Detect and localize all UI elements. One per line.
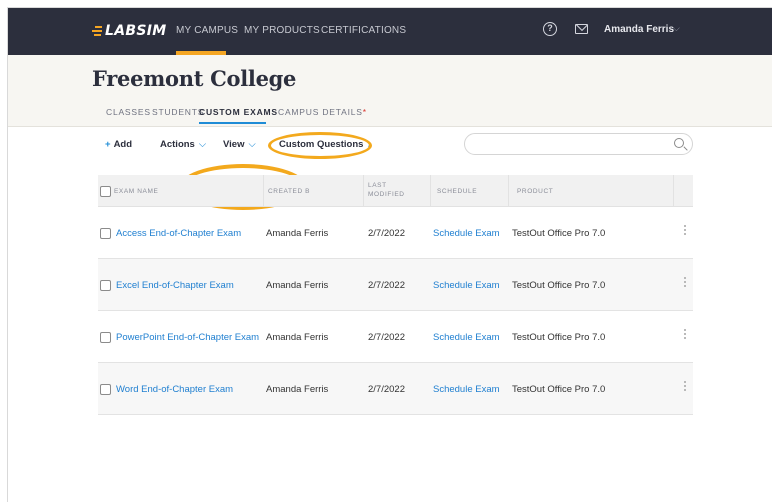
nav-link-my-products[interactable]: MY PRODUCTS <box>244 25 320 36</box>
mail-icon[interactable] <box>575 24 588 34</box>
logo-text: LABSIM <box>105 23 167 39</box>
col-last-modified-line2[interactable]: MODIFIED <box>368 191 405 198</box>
column-divider <box>673 175 674 207</box>
chevron-down-icon: ⌵ <box>248 139 256 150</box>
exam-name-link[interactable]: Access End-of-Chapter Exam <box>116 228 241 239</box>
nav-link-certifications[interactable]: CERTIFICATIONS <box>321 25 406 36</box>
table-row: Excel End-of-Chapter Exam Amanda Ferris … <box>98 259 693 311</box>
table-row: Word End-of-Chapter Exam Amanda Ferris 2… <box>98 363 693 415</box>
column-divider <box>430 175 431 207</box>
nav-link-my-campus[interactable]: MY CAMPUS <box>176 25 238 36</box>
plus-icon: + <box>105 139 111 150</box>
add-button-label: Add <box>113 139 133 150</box>
tab-students[interactable]: STUDENTS <box>152 107 204 117</box>
col-product[interactable]: PRODUCT <box>517 188 553 195</box>
row-more-icon[interactable] <box>684 329 686 343</box>
page-header: Freemont College CLASSES STUDENTS CUSTOM… <box>8 55 772 127</box>
active-tab-indicator <box>199 122 266 124</box>
column-divider <box>263 175 264 207</box>
view-dropdown-label: View <box>223 139 245 150</box>
exam-name-link[interactable]: Word End-of-Chapter Exam <box>116 384 233 395</box>
modified-cell: 2/7/2022 <box>368 280 405 291</box>
add-button[interactable]: + Add <box>105 139 132 150</box>
table-row: PowerPoint End-of-Chapter Exam Amanda Fe… <box>98 311 693 363</box>
view-dropdown[interactable]: View ⌵ <box>223 139 256 150</box>
user-menu-name[interactable]: Amanda Ferris <box>604 24 674 35</box>
schedule-exam-link[interactable]: Schedule Exam <box>433 384 500 395</box>
tab-campus-details-label: CAMPUS DETAILS <box>278 107 363 117</box>
actions-dropdown-label: Actions <box>160 139 195 150</box>
table-row: Access End-of-Chapter Exam Amanda Ferris… <box>98 207 693 259</box>
product-cell: TestOut Office Pro 7.0 <box>512 280 606 291</box>
modified-cell: 2/7/2022 <box>368 228 405 239</box>
tab-custom-exams[interactable]: CUSTOM EXAMS <box>199 107 278 117</box>
row-checkbox[interactable] <box>100 332 111 343</box>
row-more-icon[interactable] <box>684 381 686 395</box>
select-all-checkbox[interactable] <box>100 186 111 197</box>
logo-speed-lines-icon <box>92 26 102 36</box>
actions-dropdown[interactable]: Actions ⌵ <box>160 139 206 150</box>
created-by-cell: Amanda Ferris <box>266 384 329 395</box>
column-divider <box>363 175 364 207</box>
product-cell: TestOut Office Pro 7.0 <box>512 332 606 343</box>
schedule-exam-link[interactable]: Schedule Exam <box>433 332 500 343</box>
browser-frame: LABSIM MY CAMPUS MY PRODUCTS CERTIFICATI… <box>7 7 772 502</box>
modified-cell: 2/7/2022 <box>368 332 405 343</box>
product-cell: TestOut Office Pro 7.0 <box>512 384 606 395</box>
tab-campus-details[interactable]: CAMPUS DETAILS* <box>278 107 367 117</box>
page-title: Freemont College <box>92 66 297 91</box>
created-by-cell: Amanda Ferris <box>266 280 329 291</box>
custom-questions-label: Custom Questions <box>279 139 364 150</box>
col-last-modified-line1[interactable]: LAST <box>368 182 387 189</box>
exam-name-link[interactable]: PowerPoint End-of-Chapter Exam <box>116 332 259 343</box>
col-schedule[interactable]: SCHEDULE <box>437 188 477 195</box>
row-more-icon[interactable] <box>684 225 686 239</box>
top-nav: LABSIM MY CAMPUS MY PRODUCTS CERTIFICATI… <box>8 8 772 55</box>
tab-classes[interactable]: CLASSES <box>106 107 151 117</box>
chevron-down-icon: ⌵ <box>198 139 207 150</box>
search-icon[interactable] <box>674 138 684 148</box>
schedule-exam-link[interactable]: Schedule Exam <box>433 228 500 239</box>
labsim-logo[interactable]: LABSIM <box>92 22 166 40</box>
chevron-right-icon: › <box>367 139 371 150</box>
exam-name-link[interactable]: Excel End-of-Chapter Exam <box>116 280 234 291</box>
row-checkbox[interactable] <box>100 280 111 291</box>
help-icon[interactable]: ? <box>543 22 557 36</box>
created-by-cell: Amanda Ferris <box>266 228 329 239</box>
custom-questions-link[interactable]: Custom Questions › <box>279 139 371 150</box>
schedule-exam-link[interactable]: Schedule Exam <box>433 280 500 291</box>
product-cell: TestOut Office Pro 7.0 <box>512 228 606 239</box>
table-header: EXAM NAME CREATED B LAST MODIFIED SCHEDU… <box>98 175 693 207</box>
row-checkbox[interactable] <box>100 384 111 395</box>
col-exam-name[interactable]: EXAM NAME <box>114 188 158 195</box>
created-by-cell: Amanda Ferris <box>266 332 329 343</box>
row-checkbox[interactable] <box>100 228 111 239</box>
column-divider <box>508 175 509 207</box>
chevron-down-icon[interactable]: ⌵ <box>673 23 680 34</box>
modified-cell: 2/7/2022 <box>368 384 405 395</box>
search-input[interactable] <box>464 133 693 155</box>
required-marker: * <box>362 107 367 117</box>
row-more-icon[interactable] <box>684 277 686 291</box>
col-created-by[interactable]: CREATED B <box>268 188 310 195</box>
